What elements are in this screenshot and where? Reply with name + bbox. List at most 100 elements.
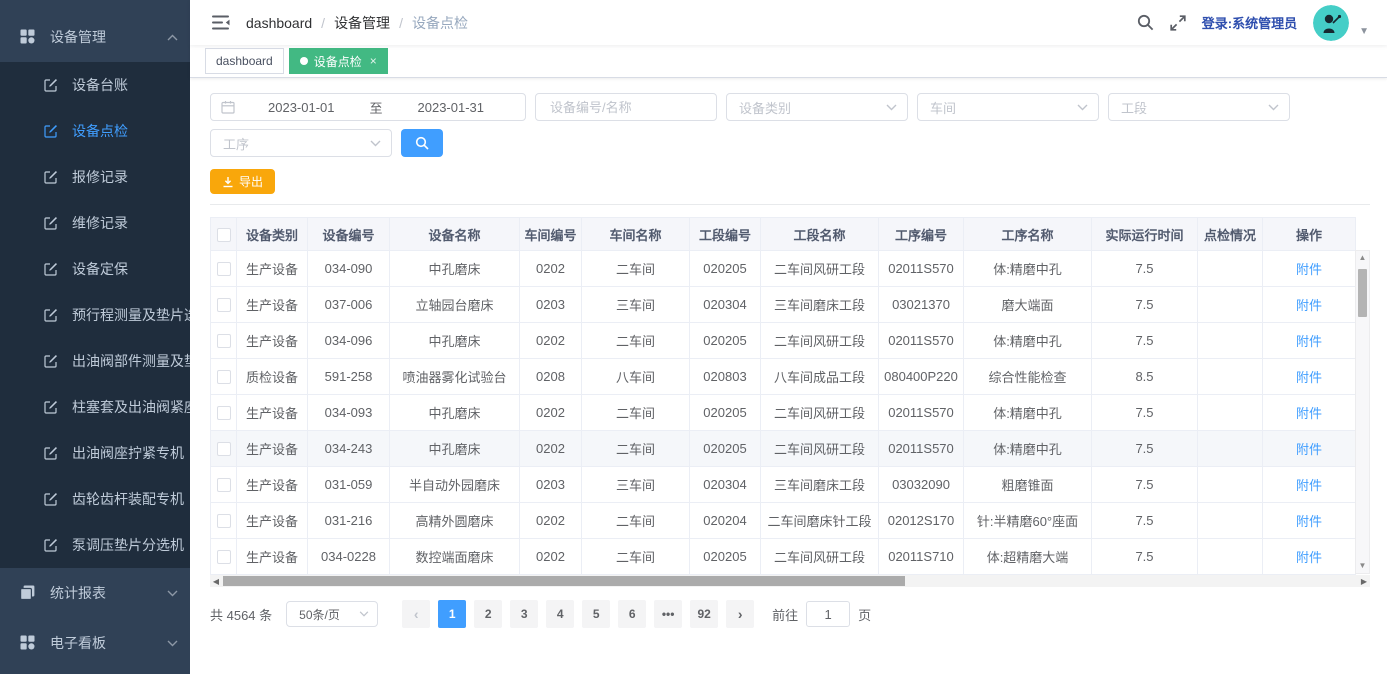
sidebar-item-电子看板[interactable]: 电子看板	[0, 618, 190, 668]
sidebar-item-label: 设备点检	[72, 121, 128, 141]
attachment-link[interactable]: 附件	[1296, 478, 1322, 493]
row-checkbox[interactable]	[217, 334, 231, 348]
vertical-scrollbar[interactable]: ▲ ▼	[1355, 250, 1370, 574]
attachment-link[interactable]: 附件	[1296, 550, 1322, 565]
sidebar-item-临时生产管理[interactable]: 临时生产管理	[0, 0, 190, 12]
edit-icon	[44, 124, 58, 138]
device-search-field[interactable]	[535, 93, 717, 121]
sidebar-item-设备点检[interactable]: 设备点检	[0, 108, 190, 154]
page-button-4[interactable]: 4	[546, 600, 574, 628]
sidebar-item-出油阀部件测量及垫片[interactable]: 出油阀部件测量及垫片	[0, 338, 190, 384]
fullscreen-icon[interactable]	[1170, 15, 1186, 31]
navbar-right: 登录:系统管理员 ▼	[1137, 5, 1369, 41]
attachment-link[interactable]: 附件	[1296, 334, 1322, 349]
sidebar-item-设备台账[interactable]: 设备台账	[0, 62, 190, 108]
date-start-input[interactable]: 2023-01-01	[237, 100, 366, 115]
table-cell: 020204	[690, 503, 761, 539]
page-button-6[interactable]: 6	[618, 600, 646, 628]
table-cell: 7.5	[1092, 539, 1198, 575]
table-cell: 生产设备	[237, 395, 308, 431]
table-cell	[1198, 359, 1263, 395]
sidebar-item-维修记录[interactable]: 维修记录	[0, 200, 190, 246]
hamburger-icon[interactable]	[204, 9, 238, 36]
table-cell: 喷油器雾化试验台	[390, 359, 520, 395]
select-all-checkbox[interactable]	[217, 228, 231, 242]
sidebar-item-预行程测量及垫片选配[interactable]: 预行程测量及垫片选配	[0, 292, 190, 338]
sidebar-item-label: 设备管理	[50, 27, 167, 47]
row-checkbox[interactable]	[217, 514, 231, 528]
row-checkbox[interactable]	[217, 550, 231, 564]
search-button[interactable]	[401, 129, 443, 157]
table-cell: 磨大端面	[964, 287, 1092, 323]
page-button-1[interactable]: 1	[438, 600, 466, 628]
column-header-设备类别: 设备类别	[237, 218, 308, 251]
scroll-up-icon[interactable]: ▲	[1359, 251, 1367, 265]
tab-dashboard[interactable]: dashboard	[205, 48, 284, 74]
chevron-up-icon	[167, 34, 178, 41]
attachment-link[interactable]: 附件	[1296, 370, 1322, 385]
export-button[interactable]: 导出	[210, 169, 275, 194]
avatar[interactable]	[1313, 5, 1349, 41]
table-cell: 037-006	[308, 287, 390, 323]
date-end-input[interactable]: 2023-01-31	[387, 100, 516, 115]
attachment-link[interactable]: 附件	[1296, 442, 1322, 457]
page-button-5[interactable]: 5	[582, 600, 610, 628]
page-button-3[interactable]: 3	[510, 600, 538, 628]
total-count-label: 共 4564 条	[210, 605, 272, 624]
goto-page-input[interactable]	[806, 601, 850, 627]
sidebar-item-label: 设备台账	[72, 75, 128, 95]
sidebar-item-报修记录[interactable]: 报修记录	[0, 154, 190, 200]
sidebar-item-泵调压垫片分选机[interactable]: 泵调压垫片分选机	[0, 522, 190, 568]
sidebar-item-齿轮齿杆装配专机[interactable]: 齿轮齿杆装配专机	[0, 476, 190, 522]
row-checkbox[interactable]	[217, 406, 231, 420]
goto-page: 前往 页	[772, 601, 871, 627]
horizontal-scrollbar[interactable]: ◀ ▶	[210, 575, 1370, 587]
row-checkbox[interactable]	[217, 370, 231, 384]
table-cell: 二车间磨床针工段	[761, 503, 879, 539]
sidebar-item-设备管理[interactable]: 设备管理	[0, 12, 190, 62]
page-button-92[interactable]: 92	[690, 600, 718, 628]
sidebar-item-统计报表[interactable]: 统计报表	[0, 568, 190, 618]
attachment-link[interactable]: 附件	[1296, 514, 1322, 529]
horizontal-scroll-thumb[interactable]	[223, 576, 905, 586]
scroll-left-icon[interactable]: ◀	[210, 577, 222, 586]
pager-ellipsis[interactable]: •••	[654, 600, 682, 628]
section-select[interactable]: 工段	[1108, 93, 1290, 121]
chevron-down-icon[interactable]: ▼	[1359, 26, 1369, 37]
page-button-2[interactable]: 2	[474, 600, 502, 628]
scroll-down-icon[interactable]: ▼	[1359, 559, 1367, 573]
breadcrumb-item[interactable]: 设备管理	[334, 13, 390, 33]
workshop-select[interactable]: 车间	[917, 93, 1099, 121]
row-checkbox[interactable]	[217, 262, 231, 276]
table-cell: 二车间	[582, 395, 690, 431]
process-select[interactable]: 工序	[210, 129, 392, 157]
sidebar-item-柱塞套及出油阀紧座预[interactable]: 柱塞套及出油阀紧座预	[0, 384, 190, 430]
date-range-picker[interactable]: 2023-01-01 至 2023-01-31	[210, 93, 526, 121]
sidebar-item-出油阀座拧紧专机[interactable]: 出油阀座拧紧专机	[0, 430, 190, 476]
sidebar-item-设备定保[interactable]: 设备定保	[0, 246, 190, 292]
breadcrumb-separator: /	[321, 15, 325, 31]
page-size-select[interactable]: 50条/页	[286, 601, 378, 627]
prev-page-button[interactable]: ‹	[402, 600, 430, 628]
category-select[interactable]: 设备类别	[726, 93, 908, 121]
device-search-input[interactable]	[548, 99, 704, 116]
attachment-link[interactable]: 附件	[1296, 298, 1322, 313]
row-checkbox[interactable]	[217, 478, 231, 492]
attachment-link[interactable]: 附件	[1296, 406, 1322, 421]
breadcrumb-item[interactable]: dashboard	[246, 15, 312, 31]
scroll-right-icon[interactable]: ▶	[1358, 577, 1370, 586]
row-checkbox[interactable]	[217, 298, 231, 312]
sidebar-item-label: 出油阀部件测量及垫片	[72, 351, 190, 371]
chevron-down-icon	[886, 104, 897, 111]
sidebar: 临时生产管理设备管理设备台账设备点检报修记录维修记录设备定保预行程测量及垫片选配…	[0, 0, 190, 674]
close-icon[interactable]: ×	[370, 54, 377, 68]
attachment-link[interactable]: 附件	[1296, 262, 1322, 277]
row-checkbox-cell	[211, 323, 237, 359]
next-page-button[interactable]: ›	[726, 600, 754, 628]
vertical-scroll-thumb[interactable]	[1358, 269, 1367, 317]
table-cell: 高精外圆磨床	[390, 503, 520, 539]
search-icon[interactable]	[1137, 14, 1154, 31]
table-cell: 粗磨锥面	[964, 467, 1092, 503]
row-checkbox[interactable]	[217, 442, 231, 456]
tab-设备点检[interactable]: 设备点检×	[289, 48, 388, 74]
